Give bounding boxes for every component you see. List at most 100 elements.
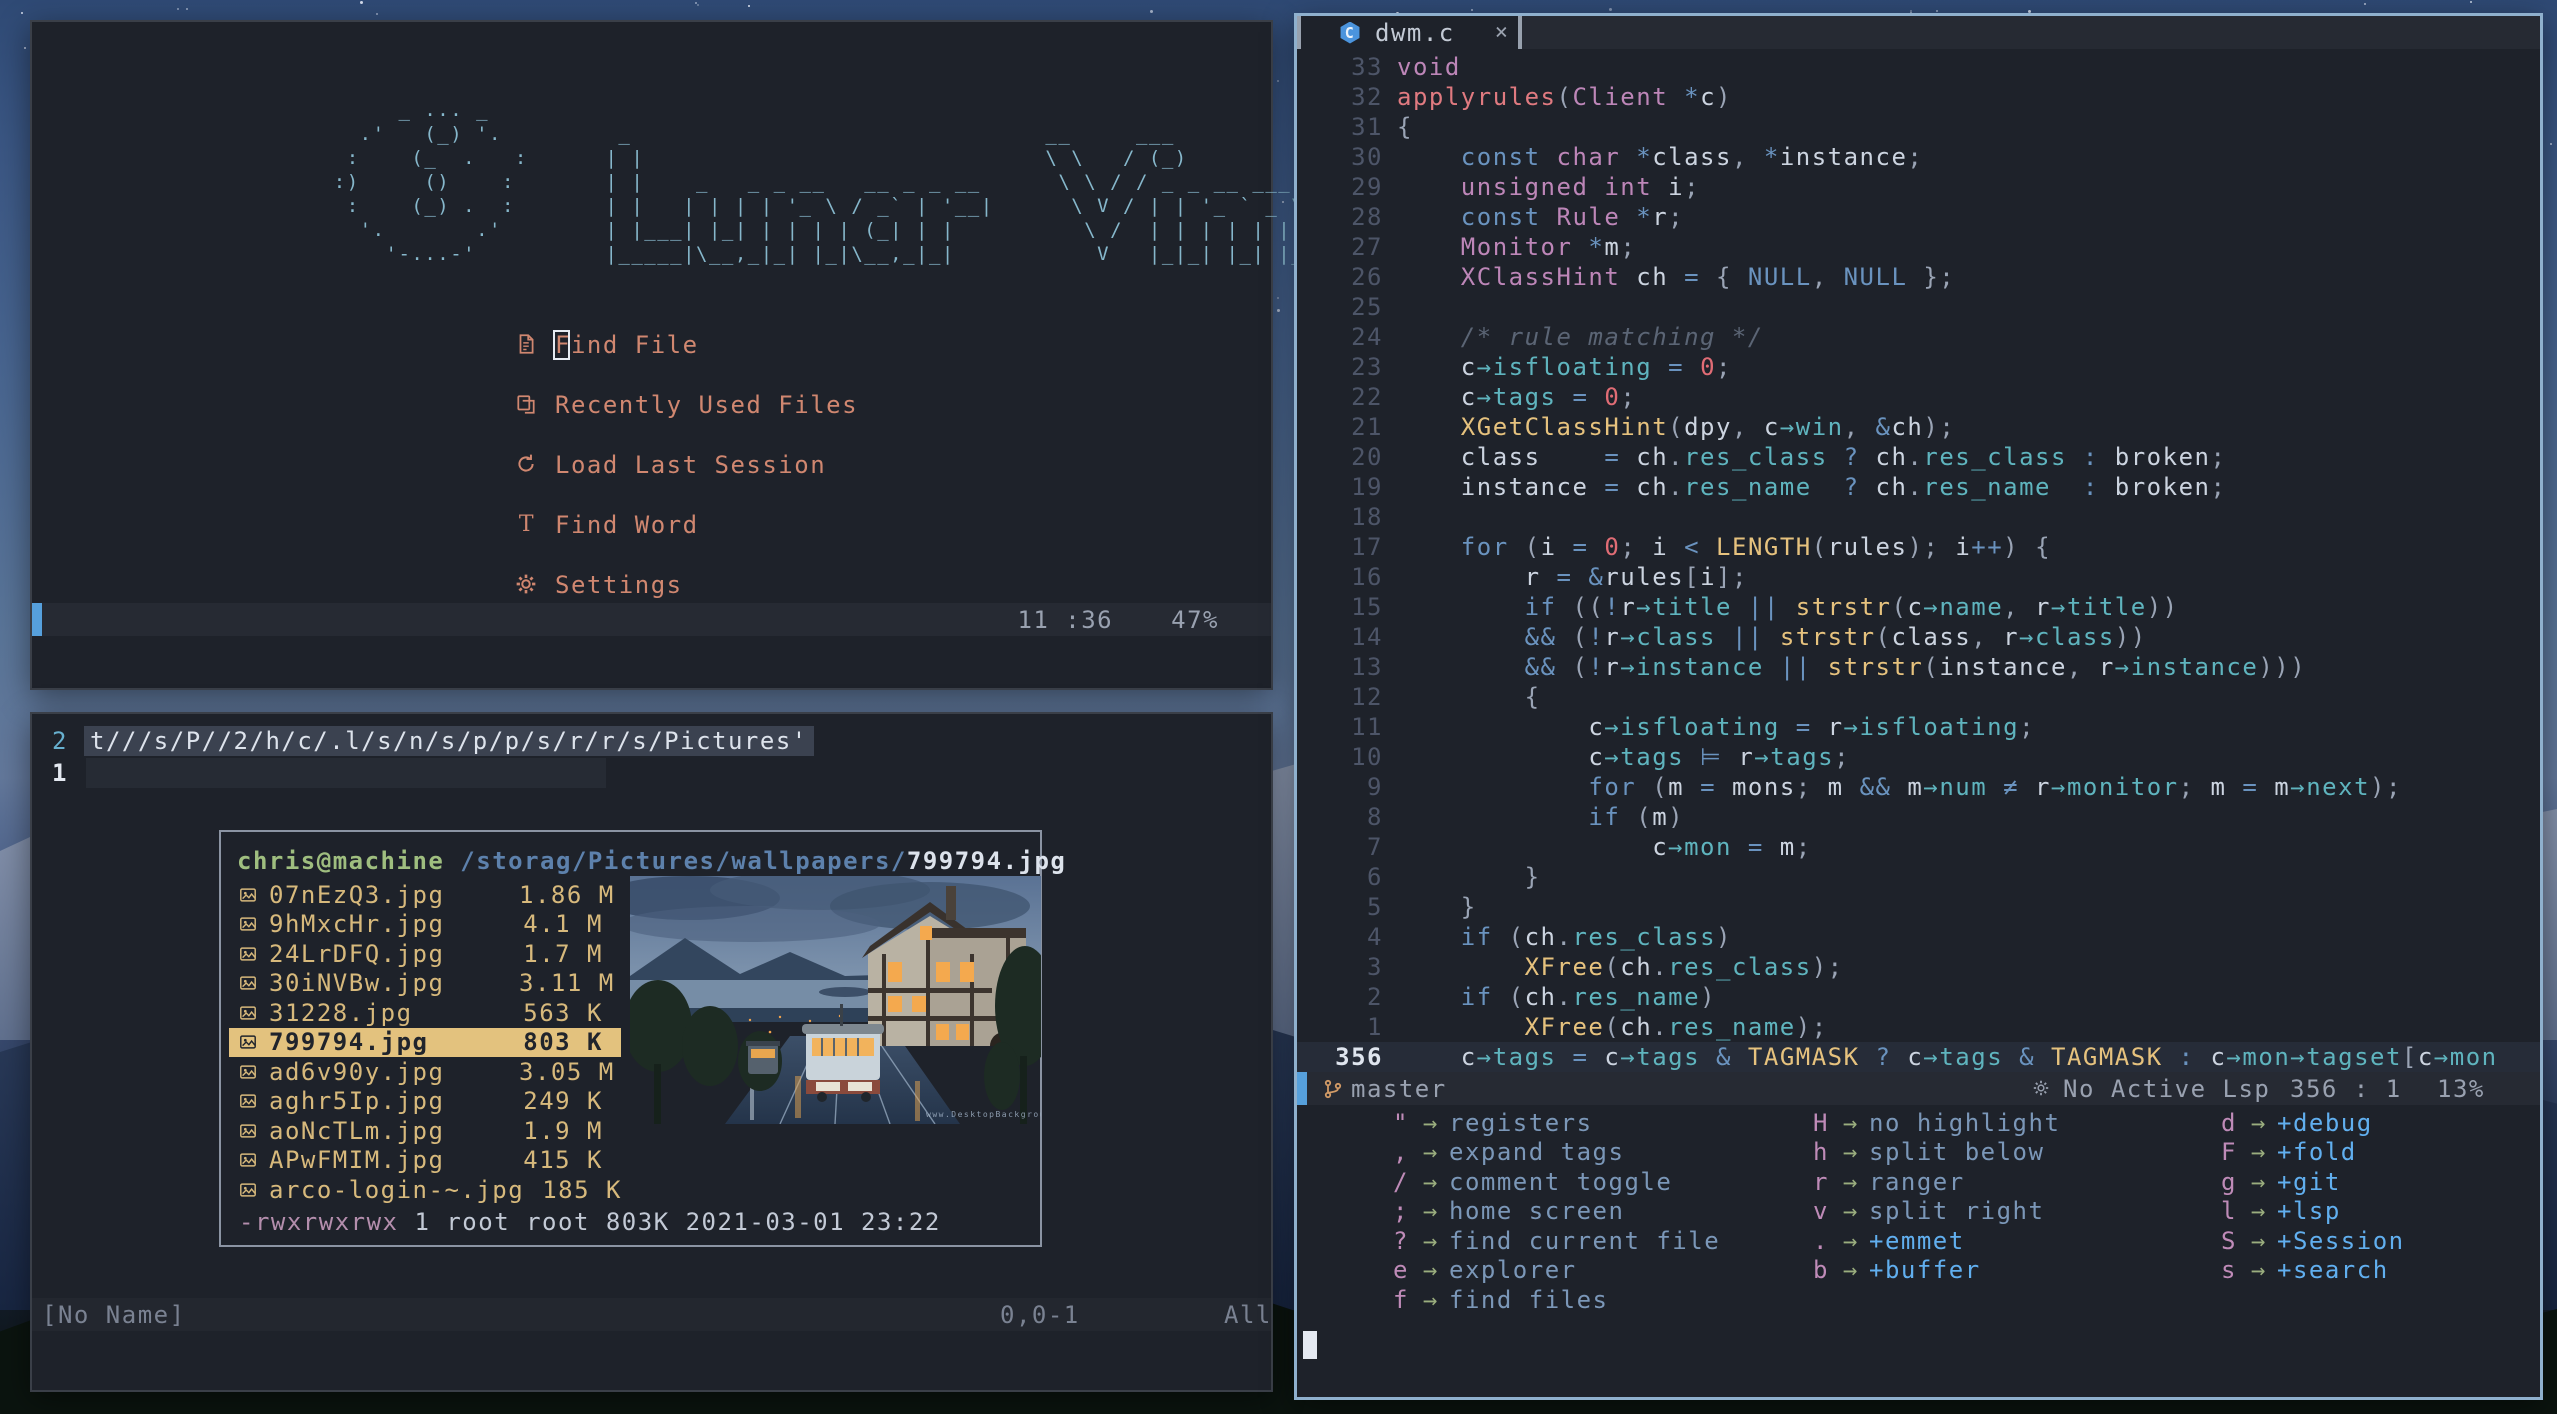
code-line[interactable]: 6 } <box>1297 862 2540 892</box>
code-line[interactable]: 11 c→isfloating = r→isfloating; <box>1297 712 2540 742</box>
code-line[interactable]: 17 for (i = 0; i < LENGTH(rules); i++) { <box>1297 532 2540 562</box>
code-line[interactable]: 15 if ((!r→title || strstr(c→name, r→tit… <box>1297 592 2540 622</box>
code-line[interactable]: 29 unsigned int i; <box>1297 172 2540 202</box>
binding-label: expand tags <box>1449 1138 1625 1167</box>
code-line[interactable]: 30 const char *class, *instance; <box>1297 142 2540 172</box>
code-line[interactable]: 16 r = &rules[i]; <box>1297 562 2540 592</box>
directory-path: /storag/Pictures/wallpapers/ <box>444 847 907 875</box>
code-line[interactable]: 14 && (!r→class || strstr(class, r→class… <box>1297 622 2540 652</box>
whichkey-binding: S → +Session <box>2197 1226 2405 1256</box>
binding-label: no highlight <box>1869 1108 2061 1137</box>
line-number: 29 <box>1351 173 1383 201</box>
menu-item-find-word[interactable]: T Find Word <box>515 510 699 540</box>
file-row[interactable]: 07nEzQ3.jpg 1.86 M <box>229 880 621 910</box>
arrow-icon: → <box>1843 1108 1859 1137</box>
code-line[interactable]: 25 <box>1297 292 2540 322</box>
code-line[interactable]: 12 { <box>1297 682 2540 712</box>
code-line[interactable]: 27 Monitor *m; <box>1297 232 2540 262</box>
code-line[interactable]: 13 && (!r→instance || strstr(instance, r… <box>1297 652 2540 682</box>
whichkey-binding: h → split below <box>1789 1138 2060 1168</box>
code-line[interactable]: 18 <box>1297 502 2540 532</box>
code-line[interactable]: 28 const Rule *r; <box>1297 202 2540 232</box>
tab-dwm-c[interactable]: C dwm.c × <box>1297 16 1522 49</box>
code-line[interactable]: 22 c→tags = 0; <box>1297 382 2540 412</box>
line-number: 7 <box>1367 833 1383 861</box>
key: H <box>1813 1108 1829 1137</box>
arrow-icon: → <box>1423 1138 1439 1167</box>
code-line[interactable]: 23 c→isfloating = 0; <box>1297 352 2540 382</box>
code-line[interactable]: 1 XFree(ch.res_name); <box>1297 1012 2540 1042</box>
key: v <box>1813 1197 1829 1226</box>
whichkey-panel: " → registers, → expand tags / → comment toggle… <box>1297 1108 2540 1318</box>
code-line[interactable]: 32 applyrules(Client *c) <box>1297 82 2540 112</box>
code-line[interactable]: 2 if (ch.res_name) <box>1297 982 2540 1012</box>
file-size: 249 K <box>523 1087 603 1116</box>
line-number: 26 <box>1351 263 1383 291</box>
whichkey-binding: ? → find current file <box>1369 1226 1720 1256</box>
code-line[interactable]: 24 /* rule matching */ <box>1297 322 2540 352</box>
menu-item-find-file[interactable]: Find File <box>515 330 699 360</box>
lsp-status: No Active Lsp <box>2063 1074 2271 1103</box>
whichkey-binding: . → +emmet <box>1789 1226 2060 1256</box>
code-line[interactable]: 4 if (ch.res_class) <box>1297 922 2540 952</box>
file-size: 3.05 M <box>519 1057 615 1086</box>
line-number: 14 <box>1351 623 1383 651</box>
image-icon <box>239 1151 257 1169</box>
code-line[interactable]: 10 c→tags ⊨ r→tags; <box>1297 742 2540 772</box>
code-line[interactable]: 19 instance = ch.res_name ? ch.res_name … <box>1297 472 2540 502</box>
whichkey-binding: v → split right <box>1789 1197 2060 1227</box>
file-row[interactable]: arco-login-~.jpg 185 K <box>229 1175 621 1205</box>
binding-label: find current file <box>1449 1226 1721 1255</box>
image-icon <box>239 1004 257 1022</box>
file-size: 185 K <box>542 1175 622 1204</box>
file-row[interactable]: APwFMIM.jpg 415 K <box>229 1146 621 1176</box>
file-name: ad6v90y.jpg <box>269 1057 445 1086</box>
file-row[interactable]: aoNcTLm.jpg 1.9 M <box>229 1116 621 1146</box>
file-row[interactable]: 24LrDFQ.jpg 1.7 M <box>229 939 621 969</box>
code-line[interactable]: 31{ <box>1297 112 2540 142</box>
code-line[interactable]: 5 } <box>1297 892 2540 922</box>
binding-label: +fold <box>2277 1138 2357 1167</box>
buffer-name: [No Name] <box>42 1300 186 1329</box>
file-size: 563 K <box>523 998 603 1027</box>
line-number: 9 <box>1367 773 1383 801</box>
whichkey-binding: / → comment toggle <box>1369 1167 1720 1197</box>
file-size: 415 K <box>523 1146 603 1175</box>
file-row[interactable]: 799794.jpg 803 K <box>229 1027 621 1057</box>
close-icon[interactable]: × <box>1495 18 1510 48</box>
file-row[interactable]: aghr5Ip.jpg 249 K <box>229 1087 621 1117</box>
code-line[interactable]: 3 XFree(ch.res_class); <box>1297 952 2540 982</box>
file-row[interactable]: 30iNVBw.jpg 3.11 M <box>229 969 621 999</box>
menu-label: Recently Used Files <box>555 391 859 419</box>
code-line[interactable]: 20 class = ch.res_class ? ch.res_class :… <box>1297 442 2540 472</box>
file-row[interactable]: 9hMxcHr.jpg 4.1 M <box>229 910 621 940</box>
code-line[interactable]: 7 c→mon = m; <box>1297 832 2540 862</box>
menu-item-load-session[interactable]: Load Last Session <box>515 450 826 480</box>
code-line[interactable]: 8 if (m) <box>1297 802 2540 832</box>
whichkey-binding: f → find files <box>1369 1285 1720 1315</box>
binding-label: +debug <box>2277 1108 2373 1137</box>
file-row[interactable]: 31228.jpg 563 K <box>229 998 621 1028</box>
file-list: 07nEzQ3.jpg 1.86 M 9hMxcHr.jpg 4.1 M 24LrDFQ… <box>229 880 621 1205</box>
code-line[interactable]: 21 XGetClassHint(dpy, c→win, &ch); <box>1297 412 2540 442</box>
scroll-indicator: All <box>1224 1300 1272 1329</box>
code-line[interactable]: 33 void <box>1297 52 2540 82</box>
code-line[interactable]: 9 for (m = mons; m && m→num ≠ r→monitor;… <box>1297 772 2540 802</box>
code-line[interactable]: 356 c→tags = c→tags & TAGMASK ? c→tags &… <box>1297 1042 2540 1072</box>
line-number: 2 <box>52 727 68 755</box>
file-size: 1.7 M <box>523 939 603 968</box>
menu-item-recent-files[interactable]: Recently Used Files <box>515 390 858 420</box>
file-row[interactable]: ad6v90y.jpg 3.05 M <box>229 1057 621 1087</box>
image-preview: www.DesktopBackground.org <box>630 876 1041 1124</box>
file-name: 799794.jpg <box>269 1028 429 1057</box>
menu-item-settings[interactable]: Settings <box>515 570 683 600</box>
key: g <box>2221 1167 2237 1196</box>
block-cursor <box>553 330 570 360</box>
tab-separator <box>1518 16 1522 49</box>
arrow-icon: → <box>2251 1197 2267 1226</box>
arrow-icon: → <box>1843 1256 1859 1285</box>
code-line[interactable]: 26 XClassHint ch = { NULL, NULL }; <box>1297 262 2540 292</box>
line-number: 2 <box>1367 983 1383 1011</box>
line-number: 22 <box>1351 383 1383 411</box>
key: l <box>2221 1197 2237 1226</box>
